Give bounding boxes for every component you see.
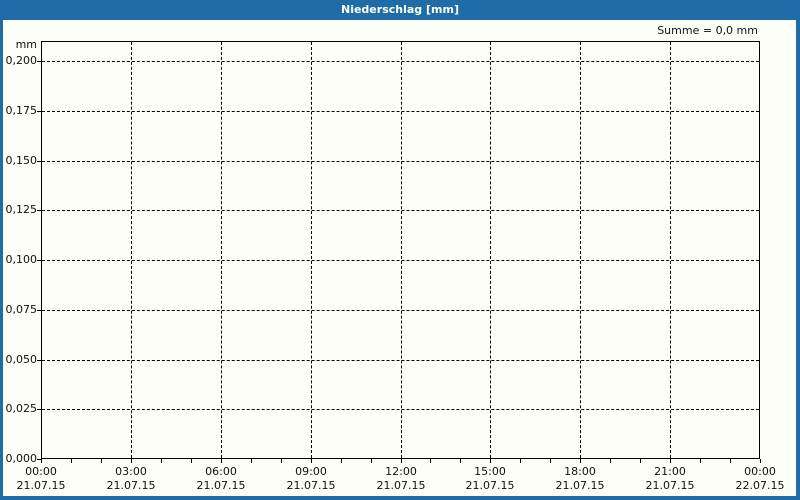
x-axis-date-label: 21.07.15 [106, 479, 156, 492]
x-axis-date-label: 21.07.15 [645, 479, 695, 492]
x-axis-tick [101, 459, 102, 463]
y-axis-tick-label: 0,150 [5, 154, 38, 167]
x-axis-tick [430, 459, 431, 463]
chart-window: Niederschlag [mm] Summe = 0,0 mm mm 0,00… [0, 0, 800, 500]
x-axis-tick [760, 459, 761, 463]
x-axis-tick [341, 459, 342, 463]
x-axis-tick [41, 459, 42, 463]
y-axis-tick [37, 111, 41, 112]
x-gridline [670, 42, 671, 458]
y-axis-tick-label: 0,025 [5, 402, 38, 415]
x-axis-tick [131, 459, 132, 463]
y-axis-unit-label: mm [15, 38, 37, 51]
y-axis-tick [37, 161, 41, 162]
y-axis-tick-label: 0,125 [5, 203, 38, 216]
sum-annotation: Summe = 0,0 mm [657, 24, 758, 37]
y-axis-tick [37, 260, 41, 261]
y-axis-tick-label: 0,050 [5, 353, 38, 366]
x-axis-tick [730, 459, 731, 463]
x-axis-date-label: 21.07.15 [465, 479, 515, 492]
x-axis-time-label: 15:00 [474, 465, 506, 478]
x-axis-date-label: 21.07.15 [376, 479, 426, 492]
x-axis-tick [281, 459, 282, 463]
x-axis-tick [161, 459, 162, 463]
x-axis-time-label: 09:00 [295, 465, 327, 478]
x-axis-tick [490, 459, 491, 463]
x-axis-tick [700, 459, 701, 463]
x-axis-tick [251, 459, 252, 463]
x-axis-date-label: 21.07.15 [16, 479, 66, 492]
chart-title: Niederschlag [mm] [341, 3, 459, 16]
x-gridline [490, 42, 491, 458]
y-axis-tick [37, 210, 41, 211]
x-axis-date-label: 22.07.15 [735, 479, 785, 492]
y-axis-tick-label: 0,000 [5, 452, 38, 465]
x-axis-date-label: 21.07.15 [286, 479, 336, 492]
x-axis-tick [640, 459, 641, 463]
y-axis-tick [37, 61, 41, 62]
x-axis-time-label: 12:00 [385, 465, 417, 478]
x-axis-time-label: 18:00 [564, 465, 596, 478]
y-axis-tick-label: 0,200 [5, 54, 38, 67]
x-axis-tick [670, 459, 671, 463]
y-axis-tick-label: 0,175 [5, 104, 38, 117]
y-axis-tick-label: 0,075 [5, 303, 38, 316]
x-axis-tick [311, 459, 312, 463]
x-axis-tick [401, 459, 402, 463]
x-axis-tick [221, 459, 222, 463]
y-axis-tick-label: 0,100 [5, 253, 38, 266]
x-axis-tick [71, 459, 72, 463]
x-axis-tick [550, 459, 551, 463]
x-axis-tick [610, 459, 611, 463]
x-gridline [311, 42, 312, 458]
chart-title-bar: Niederschlag [mm] [0, 0, 800, 20]
chart-content: Summe = 0,0 mm mm 0,000 0,025 0,050 0,075 0,… [3, 20, 796, 496]
x-gridline [401, 42, 402, 458]
x-axis-tick [460, 459, 461, 463]
y-axis-tick [37, 409, 41, 410]
x-axis-time-label: 00:00 [25, 465, 57, 478]
x-axis-tick [580, 459, 581, 463]
x-gridline [131, 42, 132, 458]
x-axis-tick [371, 459, 372, 463]
x-gridline [580, 42, 581, 458]
x-axis-tick [191, 459, 192, 463]
x-gridline [221, 42, 222, 458]
x-axis-time-label: 06:00 [205, 465, 237, 478]
x-axis-date-label: 21.07.15 [196, 479, 246, 492]
x-axis-time-label: 00:00 [744, 465, 776, 478]
x-axis-time-label: 03:00 [115, 465, 147, 478]
x-axis-date-label: 21.07.15 [555, 479, 605, 492]
y-axis-tick [37, 360, 41, 361]
x-axis-tick [520, 459, 521, 463]
y-axis-tick [37, 310, 41, 311]
x-axis-time-label: 21:00 [654, 465, 686, 478]
